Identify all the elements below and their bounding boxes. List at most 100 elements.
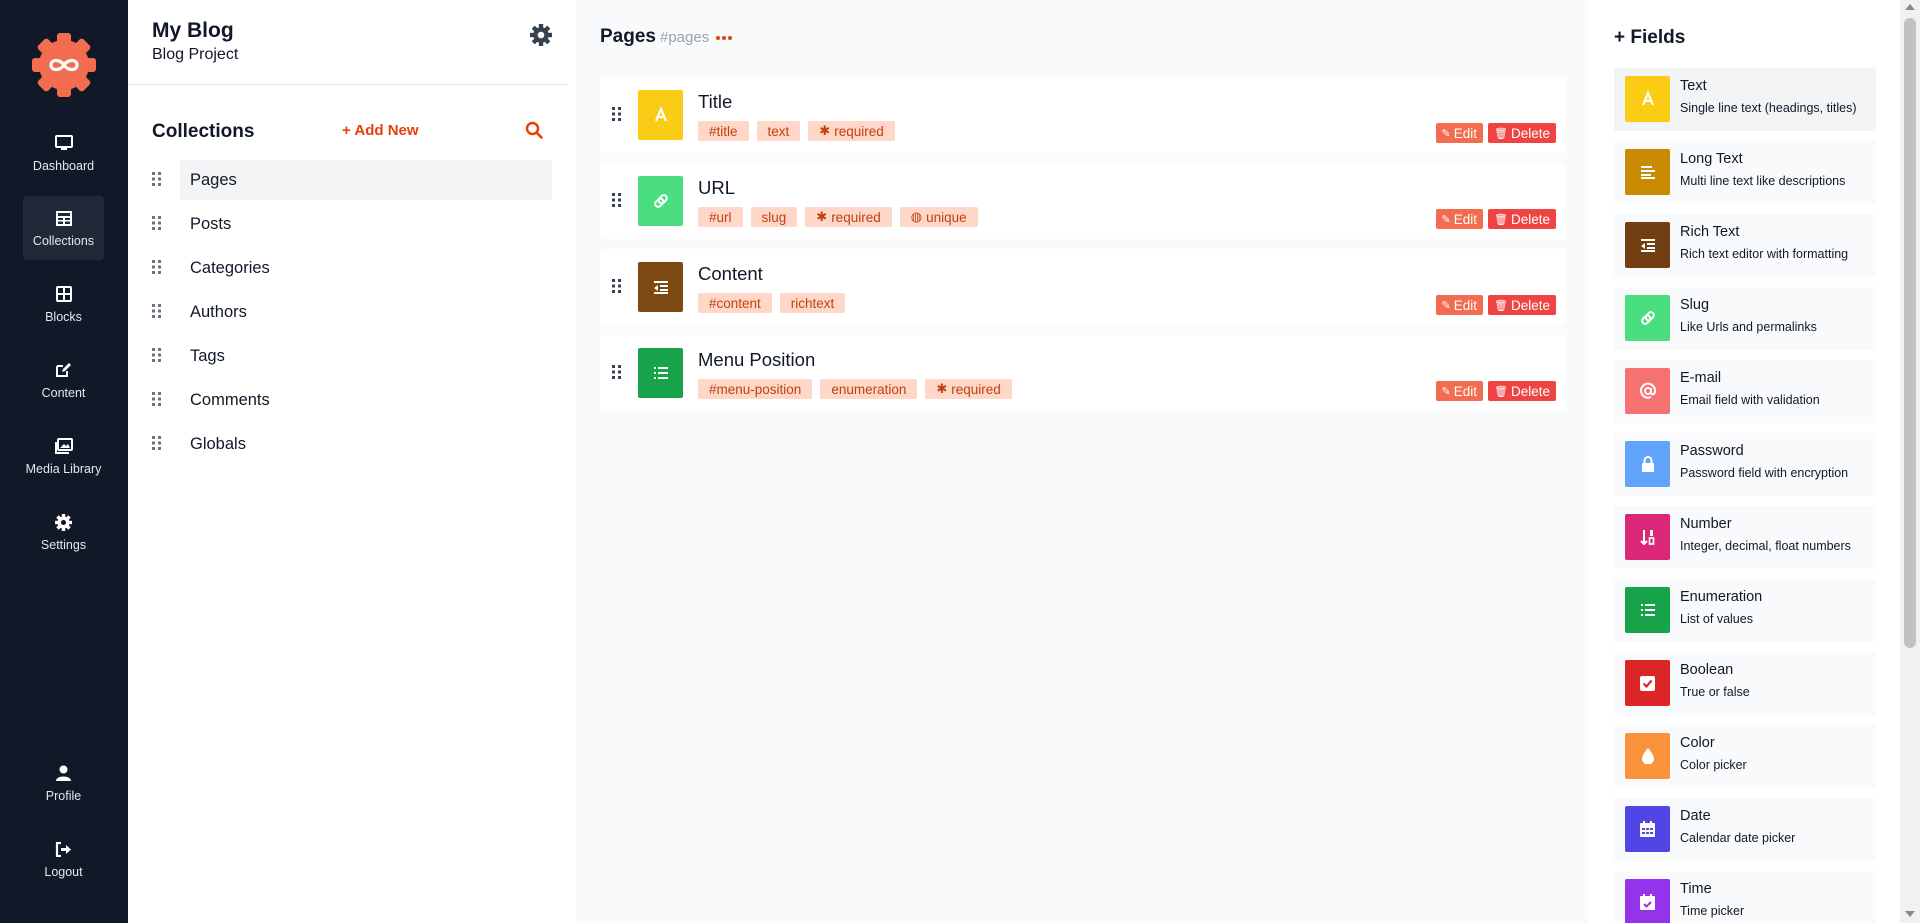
nav-settings[interactable]: Settings <box>23 500 104 564</box>
collection-item-label: Comments <box>190 390 270 409</box>
project-settings-gear-icon[interactable] <box>530 24 552 46</box>
field-type-rich-text[interactable]: Rich Text Rich text editor with formattin… <box>1614 214 1876 277</box>
field-tag: #title <box>698 121 749 141</box>
field-type-enumeration[interactable]: Enumeration List of values <box>1614 579 1876 642</box>
field-type-text[interactable]: Text Single line text (headings, titles) <box>1614 68 1876 131</box>
collection-item[interactable]: Pages <box>152 160 552 200</box>
nav-label: Media Library <box>25 462 102 476</box>
field-type-e-mail[interactable]: E-mail Email field with validation <box>1614 360 1876 423</box>
field-type-number[interactable]: Number Integer, decimal, float numbers <box>1614 506 1876 569</box>
richtext-icon <box>1625 222 1670 268</box>
field-type-date[interactable]: Date Calendar date picker <box>1614 798 1876 861</box>
field-name: Content <box>698 263 763 284</box>
field-actions: ✎ Edit 🗑 Delete <box>1435 209 1556 229</box>
drag-handle-icon[interactable] <box>612 107 622 121</box>
drag-handle-icon[interactable] <box>152 392 164 408</box>
collection-item[interactable]: Categories <box>152 248 552 288</box>
field-type-description: Email field with validation <box>1680 393 1820 407</box>
field-tag: richtext <box>779 293 846 313</box>
page-scrollbar[interactable] <box>1900 0 1920 923</box>
delete-field-button[interactable]: 🗑 Delete <box>1488 295 1556 315</box>
field-name: URL <box>698 177 736 198</box>
drag-handle-icon[interactable] <box>612 279 622 293</box>
edit-field-button[interactable]: ✎ Edit <box>1435 123 1483 143</box>
field-tag-text: slug <box>761 209 787 225</box>
collection-name: Pages <box>600 26 656 47</box>
field-type-name: Color <box>1680 735 1715 751</box>
asterisk-icon: ✱ <box>936 381 948 396</box>
collection-item[interactable]: Posts <box>152 204 552 244</box>
field-type-color[interactable]: Color Color picker <box>1614 725 1876 788</box>
collection-item[interactable]: Comments <box>152 380 552 420</box>
collection-item[interactable]: Authors <box>152 292 552 332</box>
field-types-panel: + Fields Text Single line text (headings,… <box>1588 0 1900 923</box>
edit-field-button[interactable]: ✎ Edit <box>1435 381 1483 401</box>
asterisk-icon: ✱ <box>816 209 828 224</box>
field-type-description: Rich text editor with formatting <box>1680 247 1849 261</box>
page-title: Pages #pages <box>600 26 709 48</box>
at-icon <box>1625 368 1670 414</box>
collection-item-label: Posts <box>190 214 232 233</box>
field-type-slug[interactable]: Slug Like Urls and permalinks <box>1614 287 1876 350</box>
field-type-name: E-mail <box>1680 370 1722 386</box>
drag-handle-icon[interactable] <box>152 260 164 276</box>
drag-handle-icon[interactable] <box>152 304 164 320</box>
search-icon[interactable] <box>525 121 543 139</box>
field-type-description: Password field with encryption <box>1680 466 1849 480</box>
collection-item-label: Globals <box>190 434 246 453</box>
field-tag-text: #url <box>709 209 732 225</box>
field-tag-text: required <box>951 381 1001 397</box>
field-tag-text: text <box>767 123 790 139</box>
more-options-icon[interactable] <box>714 28 734 48</box>
nav-blocks[interactable]: Blocks <box>23 272 104 336</box>
field-tags: #menu-position enumeration ✱ required <box>698 379 1012 399</box>
collection-item[interactable]: Globals <box>152 424 552 464</box>
edit-field-button[interactable]: ✎ Edit <box>1435 295 1483 315</box>
delete-label: Delete <box>1510 211 1550 227</box>
nav-label: Blocks <box>45 310 82 324</box>
drag-handle-icon[interactable] <box>612 193 622 207</box>
drag-handle-icon[interactable] <box>152 436 164 452</box>
nav-content[interactable]: Content <box>23 348 104 412</box>
scrollbar-thumb[interactable] <box>1904 18 1916 648</box>
field-tag: #url <box>698 207 743 227</box>
collection-item-label: Categories <box>190 258 270 277</box>
delete-field-button[interactable]: 🗑 Delete <box>1488 381 1556 401</box>
drag-handle-icon[interactable] <box>152 216 164 232</box>
field-tag-text: #title <box>709 123 738 139</box>
field-type-boolean[interactable]: Boolean True or false <box>1614 652 1876 715</box>
collection-item[interactable]: Tags <box>152 336 552 376</box>
edit-field-button[interactable]: ✎ Edit <box>1435 209 1483 229</box>
nav-profile[interactable]: Profile <box>23 751 104 815</box>
gear-infinity-logo[interactable] <box>30 31 98 99</box>
add-new-collection-button[interactable]: + Add New <box>342 122 419 139</box>
field-tag: slug <box>750 207 798 227</box>
field-row: Title #title text ✱ required ✎ Edit 🗑 Delete <box>600 77 1566 153</box>
nav-logout[interactable]: Logout <box>23 827 104 891</box>
list-icon <box>638 348 683 398</box>
logout-icon <box>54 839 74 859</box>
project-title: My Blog <box>152 19 234 42</box>
scroll-up-arrow-icon[interactable] <box>1905 4 1915 10</box>
field-type-time[interactable]: Time Time picker <box>1614 871 1876 923</box>
field-type-name: Number <box>1680 516 1732 532</box>
delete-field-button[interactable]: 🗑 Delete <box>1488 209 1556 229</box>
collection-slug: #pages <box>659 29 710 46</box>
drag-handle-icon[interactable] <box>612 365 622 379</box>
text-a-icon <box>1625 76 1670 122</box>
drag-handle-icon[interactable] <box>152 348 164 364</box>
nav-collections[interactable]: Collections <box>23 196 104 260</box>
nav-dashboard[interactable]: Dashboard <box>23 121 104 185</box>
field-type-description: Single line text (headings, titles) <box>1680 101 1857 115</box>
field-type-password[interactable]: Password Password field with encryption <box>1614 433 1876 496</box>
scroll-down-arrow-icon[interactable] <box>1905 911 1915 917</box>
nav-media-library[interactable]: Media Library <box>23 424 104 488</box>
delete-field-button[interactable]: 🗑 Delete <box>1488 123 1556 143</box>
field-type-name: Long Text <box>1680 151 1743 167</box>
edit-icon: ✎ <box>1441 213 1451 226</box>
edit-label: Edit <box>1453 125 1477 141</box>
field-type-description: Like Urls and permalinks <box>1680 320 1817 334</box>
drag-handle-icon[interactable] <box>152 172 164 188</box>
field-type-long-text[interactable]: Long Text Multi line text like descriptio… <box>1614 141 1876 204</box>
field-type-description: True or false <box>1680 685 1750 699</box>
